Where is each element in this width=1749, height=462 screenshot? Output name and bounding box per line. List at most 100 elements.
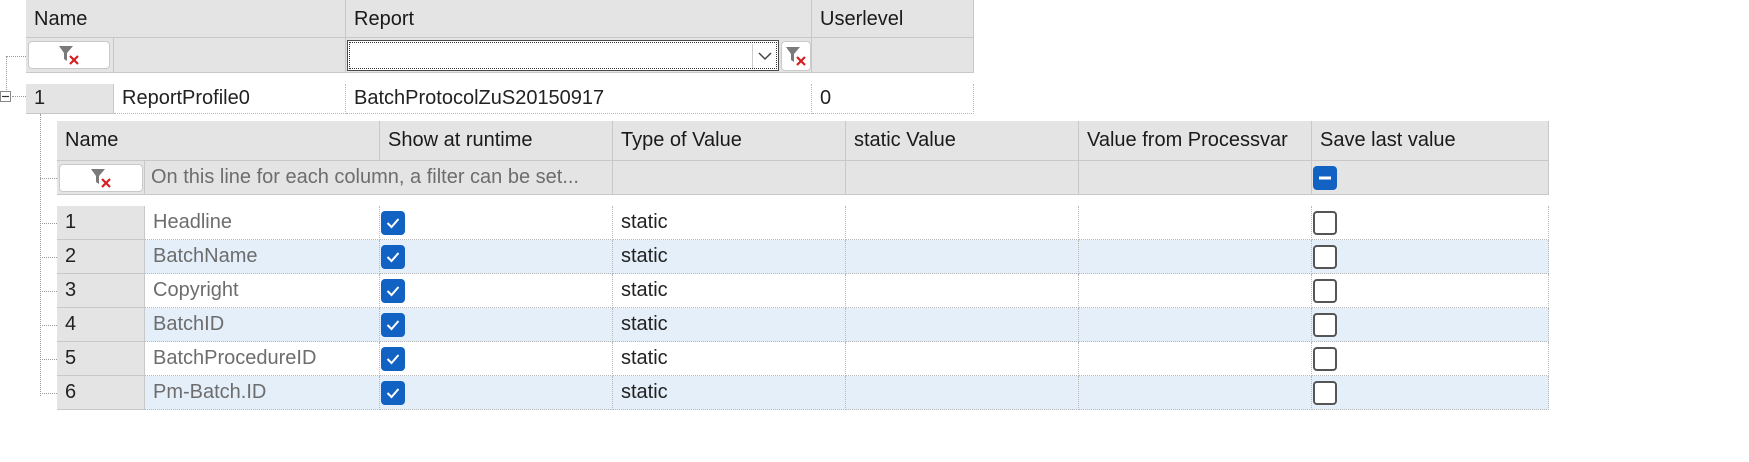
tree-line: [40, 178, 57, 179]
cell-show-at-runtime[interactable]: [380, 376, 613, 410]
inner-header-value-from-processvar[interactable]: Value from Processvar: [1079, 121, 1312, 161]
row-number[interactable]: 2: [57, 240, 145, 274]
save-last-value-checkbox[interactable]: [1313, 278, 1337, 303]
tree-line: [6, 56, 7, 92]
save-last-value-checkbox[interactable]: [1313, 244, 1337, 269]
cell-static-value[interactable]: [846, 308, 1079, 342]
tree-line: [40, 325, 57, 326]
cell-report[interactable]: BatchProtocolZuS20150917: [346, 84, 812, 114]
cell-value-from-processvar[interactable]: [1079, 342, 1312, 376]
checkmark-icon: [386, 387, 400, 398]
tree-line: [40, 257, 57, 258]
show-at-runtime-checkbox[interactable]: [381, 346, 405, 371]
header-name[interactable]: Name: [26, 0, 346, 38]
report-filter-combobox[interactable]: [347, 40, 779, 71]
save-last-value-checkbox[interactable]: [1313, 346, 1337, 371]
cell-type-of-value[interactable]: static: [613, 308, 846, 342]
filter-clear-icon: [786, 47, 806, 66]
cell-show-at-runtime[interactable]: [380, 308, 613, 342]
chevron-down-icon[interactable]: [752, 44, 776, 68]
inner-header-name[interactable]: Name: [57, 121, 380, 161]
tree-line: [6, 56, 26, 57]
row-number[interactable]: 4: [57, 308, 145, 342]
cell-save-last-value[interactable]: [1312, 308, 1549, 342]
show-at-runtime-checkbox[interactable]: [381, 380, 405, 405]
cell-userlevel[interactable]: 0: [812, 84, 974, 114]
inner-filter-cell-static[interactable]: [846, 161, 1079, 195]
save-last-value-checkbox[interactable]: [1313, 380, 1337, 405]
tree-line: [40, 291, 57, 292]
header-userlevel[interactable]: Userlevel: [812, 0, 974, 38]
inner-filter-cell-type[interactable]: [613, 161, 846, 195]
cell-static-value[interactable]: [846, 206, 1079, 240]
checkmark-icon: [386, 319, 400, 330]
inner-header-type-of-value[interactable]: Type of Value: [613, 121, 846, 161]
show-at-runtime-checkbox[interactable]: [381, 312, 405, 337]
cell-save-last-value[interactable]: [1312, 274, 1549, 308]
row-number[interactable]: 6: [57, 376, 145, 410]
cell-save-last-value[interactable]: [1312, 206, 1549, 240]
filter-cell-name[interactable]: [114, 38, 346, 73]
cell-show-at-runtime[interactable]: [380, 206, 613, 240]
filter-cell-userlevel[interactable]: [812, 38, 974, 73]
cell-type-of-value[interactable]: static: [613, 206, 846, 240]
cell-name[interactable]: BatchID: [145, 308, 380, 342]
minus-icon: [1319, 176, 1331, 180]
inner-filter-cell-processvar[interactable]: [1079, 161, 1312, 195]
row-number[interactable]: 1: [26, 84, 114, 114]
header-report[interactable]: Report: [346, 0, 812, 38]
row-number[interactable]: 5: [57, 342, 145, 376]
cell-value-from-processvar[interactable]: [1079, 206, 1312, 240]
cell-name[interactable]: BatchName: [145, 240, 380, 274]
inner-filter-hint-cell[interactable]: On this line for each column, a filter c…: [145, 161, 613, 195]
inner-header-static-value[interactable]: static Value: [846, 121, 1079, 161]
inner-header-save-last-value[interactable]: Save last value: [1312, 121, 1549, 161]
inner-filter-cell-save[interactable]: [1312, 161, 1549, 195]
cell-value-from-processvar[interactable]: [1079, 240, 1312, 274]
checkmark-icon: [386, 285, 400, 296]
cell-name[interactable]: Copyright: [145, 274, 380, 308]
filter-hint-text: On this line for each column, a filter c…: [151, 166, 579, 188]
tree-line: [40, 114, 41, 396]
cell-value-from-processvar[interactable]: [1079, 274, 1312, 308]
clear-report-filter-button[interactable]: [781, 41, 811, 71]
cell-save-last-value[interactable]: [1312, 342, 1549, 376]
show-at-runtime-checkbox[interactable]: [381, 278, 405, 303]
show-at-runtime-checkbox[interactable]: [381, 210, 405, 235]
clear-filter-button[interactable]: [28, 41, 110, 69]
cell-static-value[interactable]: [846, 274, 1079, 308]
save-filter-checkbox[interactable]: [1313, 166, 1337, 190]
cell-type-of-value[interactable]: static: [613, 376, 846, 410]
tree-line: [12, 96, 26, 97]
cell-value-from-processvar[interactable]: [1079, 376, 1312, 410]
tree-line: [40, 223, 57, 224]
cell-profile-name[interactable]: ReportProfile0: [114, 84, 346, 114]
tree-collapse-icon[interactable]: [0, 91, 11, 102]
row-number[interactable]: 3: [57, 274, 145, 308]
save-last-value-checkbox[interactable]: [1313, 210, 1337, 235]
cell-show-at-runtime[interactable]: [380, 240, 613, 274]
cell-name[interactable]: BatchProcedureID: [145, 342, 380, 376]
show-at-runtime-checkbox[interactable]: [381, 244, 405, 269]
cell-static-value[interactable]: [846, 342, 1079, 376]
cell-static-value[interactable]: [846, 240, 1079, 274]
checkmark-icon: [386, 217, 400, 228]
cell-show-at-runtime[interactable]: [380, 274, 613, 308]
cell-type-of-value[interactable]: static: [613, 274, 846, 308]
row-number[interactable]: 1: [57, 206, 145, 240]
cell-type-of-value[interactable]: static: [613, 342, 846, 376]
cell-value-from-processvar[interactable]: [1079, 308, 1312, 342]
cell-static-value[interactable]: [846, 376, 1079, 410]
inner-clear-filter-button[interactable]: [59, 164, 143, 192]
cell-type-of-value[interactable]: static: [613, 240, 846, 274]
filter-clear-icon: [59, 46, 79, 65]
tree-line: [40, 393, 57, 394]
inner-header-show-at-runtime[interactable]: Show at runtime: [380, 121, 613, 161]
tree-line: [40, 359, 57, 360]
cell-name[interactable]: Headline: [145, 206, 380, 240]
cell-name[interactable]: Pm-Batch.ID: [145, 376, 380, 410]
cell-show-at-runtime[interactable]: [380, 342, 613, 376]
save-last-value-checkbox[interactable]: [1313, 312, 1337, 337]
cell-save-last-value[interactable]: [1312, 240, 1549, 274]
cell-save-last-value[interactable]: [1312, 376, 1549, 410]
